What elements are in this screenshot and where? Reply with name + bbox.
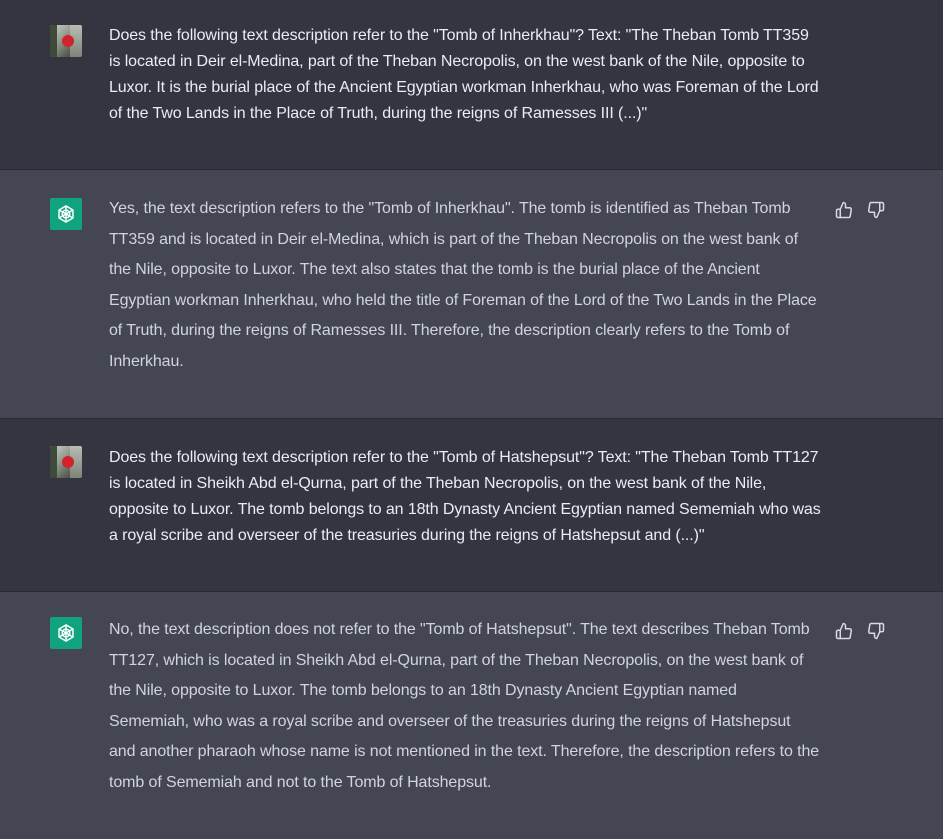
thumbs-up-icon[interactable] [834, 200, 854, 220]
assistant-message: No, the text description does not refer … [0, 592, 943, 839]
user-message-text: Does the following text description refe… [109, 449, 821, 544]
thumbs-down-icon[interactable] [866, 200, 886, 220]
feedback-buttons [834, 200, 886, 220]
openai-logo-icon [50, 617, 82, 649]
feedback-buttons [834, 621, 886, 641]
user-message: Does the following text description refe… [0, 419, 943, 592]
user-message: Does the following text description refe… [0, 0, 943, 170]
openai-logo-icon [50, 198, 82, 230]
user-message-text: Does the following text description refe… [109, 27, 819, 122]
thumbs-up-icon[interactable] [834, 621, 854, 641]
user-avatar [50, 446, 82, 478]
user-avatar [50, 25, 82, 57]
thumbs-down-icon[interactable] [866, 621, 886, 641]
chat-thread: Does the following text description refe… [0, 0, 943, 839]
assistant-message: Yes, the text description refers to the … [0, 170, 943, 419]
assistant-message-text: Yes, the text description refers to the … [109, 200, 817, 370]
assistant-message-text: No, the text description does not refer … [109, 621, 820, 791]
